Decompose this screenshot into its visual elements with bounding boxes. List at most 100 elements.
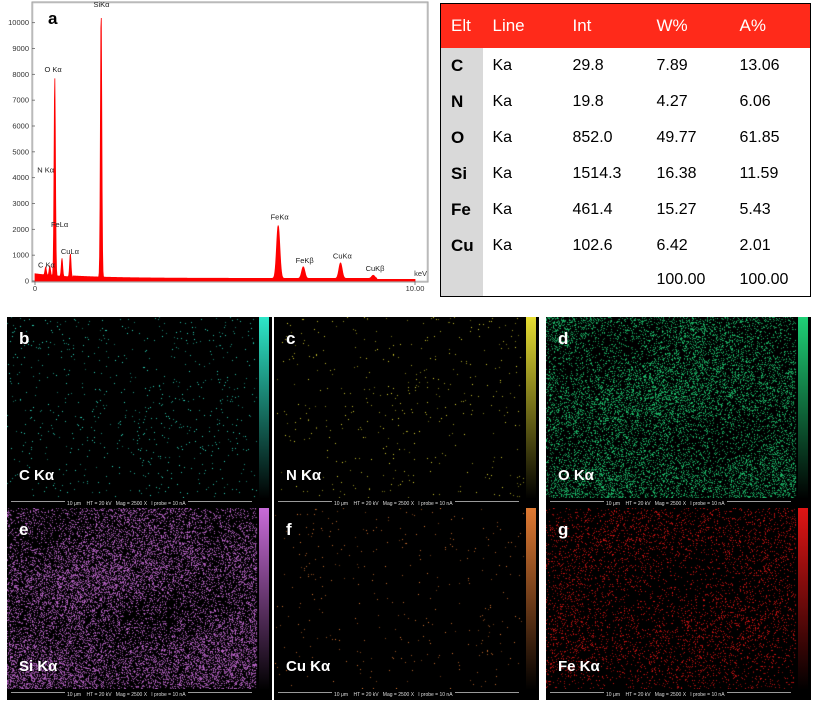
at-cell: 2.01 [739,237,771,254]
header-line: Line [482,3,563,48]
table-row: C Ka 29.8 7.89 13.06 [440,48,811,84]
element-map-si: 10 μm HT = 20 kV Mag = 2500 X I probe = … [7,508,272,700]
y-tick-label: 8000 [12,70,29,79]
table-header-row: Elt Line Int W% A% [440,3,811,48]
map-footer-text: 10 μm HT = 20 kV Mag = 2500 X I probe = … [604,692,727,698]
element-label: Fe Kα [558,658,600,675]
map-footer-text: 10 μm HT = 20 kV Mag = 2500 X I probe = … [65,501,188,507]
element-map-c: 10 μm HT = 20 kV Mag = 2500 X I probe = … [7,317,272,509]
wt-cell: 15.27 [656,201,697,218]
y-tick-label: 7000 [12,96,29,105]
total-wt-cell: 100.00 [656,271,706,288]
element-cell: Si [440,156,483,192]
wt-cell: 6.42 [656,237,688,254]
header-elt: Elt [440,3,483,48]
table-total-row: 100.00 100.00 [440,264,811,297]
element-cell: Fe [440,192,483,228]
y-tick-label: 5000 [12,147,29,156]
y-tick-label: 10000 [8,18,29,27]
map-footer: 10 μm HT = 20 kV Mag = 2500 X I probe = … [546,689,811,700]
map-footer-text: 10 μm HT = 20 kV Mag = 2500 X I probe = … [332,692,455,698]
panel-label-g: g [558,520,569,539]
plot-frame [31,1,429,283]
map-footer-text: 10 μm HT = 20 kV Mag = 2500 X I probe = … [65,692,188,698]
y-tick-label: 4000 [12,173,29,182]
total-blank-cell [483,264,563,297]
element-cell: Cu [440,228,483,264]
header-int: Int [562,3,647,48]
table-row: N Ka 19.8 4.27 6.06 [440,84,811,120]
x-tick-label: 10.00 [406,284,425,292]
element-cell: C [440,48,483,84]
at-cell: 13.06 [739,57,780,74]
x-axis-label: keV [414,269,427,278]
wt-cell: 49.77 [656,129,697,146]
intensity-colorbar [259,317,269,499]
y-tick-label: 0 [25,277,29,286]
peak-label: N Kα [37,166,55,175]
int-cell: 19.8 [572,93,604,110]
y-tick-label: 2000 [12,225,29,234]
line-cell: Ka [492,237,513,254]
line-cell: Ka [492,93,513,110]
total-at-cell: 100.00 [739,271,789,288]
map-footer-text: 10 μm HT = 20 kV Mag = 2500 X I probe = … [604,501,727,507]
intensity-colorbar [526,317,536,499]
int-cell: 1514.3 [572,165,622,182]
peak-label: C Kα [38,261,56,270]
panel-label-a: a [48,9,58,28]
at-cell: 6.06 [739,93,771,110]
y-tick-label: 3000 [12,199,29,208]
peak-label: CuLα [61,247,80,256]
header-wt-percent: W% [646,3,730,48]
panel-label-d: d [558,329,569,348]
composition-table: Elt Line Int W% A% C Ka 29.8 7.89 13.06 … [440,3,811,297]
table-row: Cu Ka 102.6 6.42 2.01 [440,228,811,264]
map-footer: 10 μm HT = 20 kV Mag = 2500 X I probe = … [7,689,272,700]
y-tick-label: 1000 [12,251,29,260]
table-row: Si Ka 1514.3 16.38 11.59 [440,156,811,192]
int-cell: 852.0 [572,129,613,146]
int-cell: 29.8 [572,57,604,74]
element-label: Cu Kα [286,658,331,675]
peak-label: CuKβ [366,264,386,273]
panel-label-c: c [286,329,296,348]
table-row: O Ka 852.0 49.77 61.85 [440,120,811,156]
element-map-fe: 10 μm HT = 20 kV Mag = 2500 X I probe = … [546,508,811,700]
panel-label-f: f [286,520,292,539]
element-map-cu: 10 μm HT = 20 kV Mag = 2500 X I probe = … [274,508,539,700]
total-blank-cell [440,264,483,297]
peak-label: FeKβ [296,256,315,265]
wt-cell: 4.27 [656,93,688,110]
panel-label-e: e [19,520,29,539]
element-map-o: 10 μm HT = 20 kV Mag = 2500 X I probe = … [546,317,811,509]
peak-label: O Kα [45,65,63,74]
peak-label: CuKα [333,252,353,261]
peak-label: FeLα [51,220,69,229]
intensity-colorbar [259,508,269,690]
at-cell: 5.43 [739,201,771,218]
map-footer: 10 μm HT = 20 kV Mag = 2500 X I probe = … [274,689,539,700]
intensity-colorbar [798,508,808,690]
element-cell: N [440,84,483,120]
element-label: O Kα [558,467,594,484]
element-map-n: 10 μm HT = 20 kV Mag = 2500 X I probe = … [274,317,539,509]
x-tick-label: 0 [33,284,37,292]
panel-label-b: b [19,329,30,348]
at-cell: 11.59 [739,165,779,182]
line-cell: Ka [492,129,513,146]
peak-label: FeKα [271,213,290,222]
wt-cell: 7.89 [656,57,688,74]
intensity-colorbar [798,317,808,499]
line-cell: Ka [492,201,513,218]
y-tick-label: 6000 [12,122,29,131]
at-cell: 61.85 [739,129,780,146]
wt-cell: 16.38 [656,165,697,182]
y-tick-label: 9000 [12,44,29,53]
map-footer-text: 10 μm HT = 20 kV Mag = 2500 X I probe = … [332,501,455,507]
y-axis: 0 1000 2000 3000 4000 5000 6000 7000 8000 9000 100… [8,18,35,286]
peak-label: SiKα [94,0,111,9]
table-row: Fe Ka 461.4 15.27 5.43 [440,192,811,228]
total-blank-cell [563,264,647,297]
header-at-percent: A% [729,3,811,48]
